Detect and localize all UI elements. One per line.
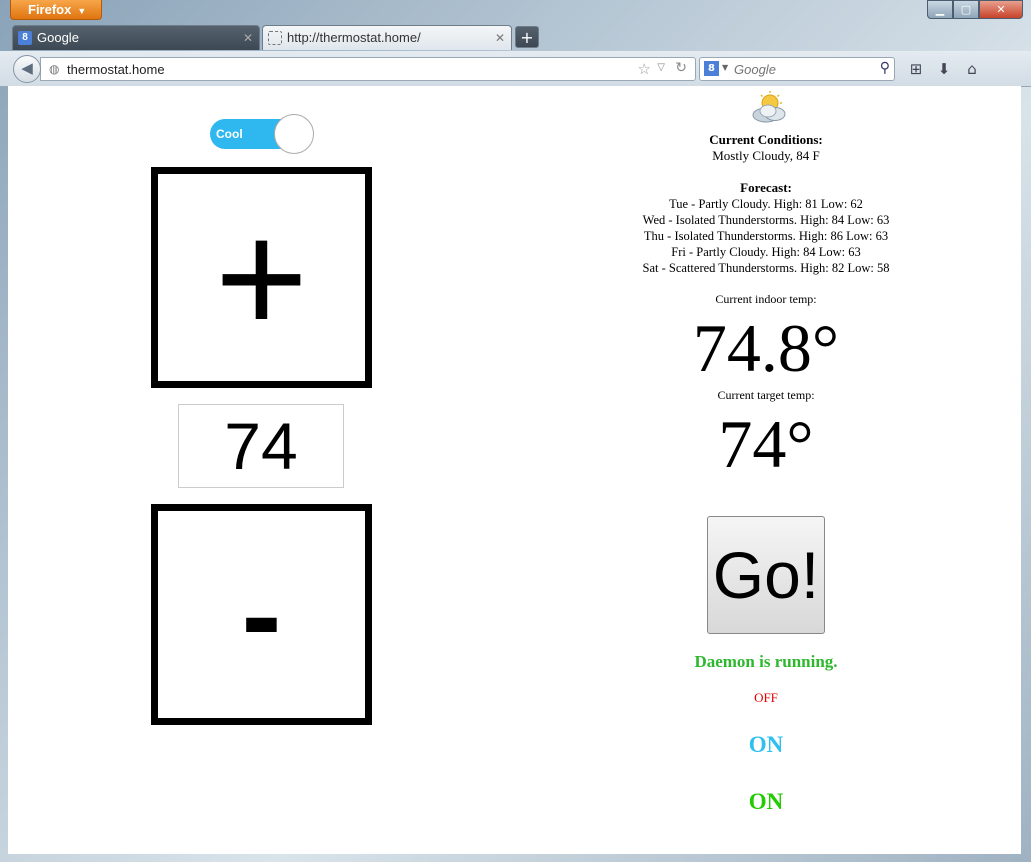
home-icon[interactable]: ⌂: [961, 59, 983, 79]
status-on-indicator-cool: ON: [748, 732, 784, 757]
toolbar-icons: ⊞ ⬇ ⌂: [905, 59, 983, 79]
forecast-item: Tue - Partly Cloudy. High: 81 Low: 62: [669, 197, 863, 211]
toggle-knob[interactable]: [274, 114, 314, 154]
daemon-status: Daemon is running.: [694, 652, 838, 671]
toggle-label: Cool: [216, 127, 243, 141]
close-tab-icon[interactable]: ✕: [495, 26, 505, 50]
target-temp-label: Current target temp:: [717, 388, 815, 402]
google-favicon-icon: 8: [18, 31, 32, 45]
navigation-toolbar: ◍ ☆ ▽ ↻ ◀ 8 ▼ ⚲ ⊞ ⬇ ⌂: [0, 51, 1031, 87]
indoor-temp-value: 74.8°: [692, 310, 840, 386]
blank-page-icon: [268, 31, 282, 45]
google-search-engine-icon[interactable]: 8: [704, 61, 719, 76]
bookmark-star-icon[interactable]: ☆: [638, 60, 651, 78]
page-viewport: Cool + - Current Conditions: Mostly Clou…: [8, 86, 1021, 854]
reload-icon[interactable]: ↻: [675, 60, 687, 76]
forecast-list: Tue - Partly Cloudy. High: 81 Low: 62 We…: [628, 196, 904, 276]
search-bar[interactable]: 8 ▼ ⚲: [699, 57, 895, 81]
back-button[interactable]: ◀: [13, 55, 41, 83]
forecast-item: Sat - Scattered Thunderstorms. High: 82 …: [642, 261, 890, 275]
tab-label: http://thermostat.home/: [287, 30, 421, 45]
forecast-item: Wed - Isolated Thunderstorms. High: 84 L…: [642, 213, 890, 227]
conditions-text: Mostly Cloudy, 84 F: [712, 148, 820, 163]
plus-icon: +: [214, 187, 309, 367]
forecast-heading: Forecast:: [740, 180, 792, 195]
forecast-item: Fri - Partly Cloudy. High: 84 Low: 63: [671, 245, 861, 259]
minus-icon: -: [241, 547, 282, 682]
new-tab-button[interactable]: +: [515, 26, 539, 48]
indoor-temp-label: Current indoor temp:: [715, 292, 817, 306]
chevron-down-icon[interactable]: ▽: [657, 62, 665, 73]
tab-google[interactable]: 8 Google ✕: [12, 25, 260, 50]
globe-icon: ◍: [49, 62, 60, 76]
close-tab-icon[interactable]: ✕: [243, 26, 253, 50]
bookmarks-icon[interactable]: ⊞: [905, 59, 927, 79]
chevron-down-icon[interactable]: ▼: [722, 63, 728, 72]
window-titlebar: Firefox ▼ ▁ ▢ ✕: [0, 0, 1031, 24]
minimize-icon[interactable]: ▁: [927, 0, 953, 19]
status-on-indicator-fan: ON: [748, 789, 784, 814]
mode-toggle[interactable]: Cool: [210, 114, 316, 154]
downloads-icon[interactable]: ⬇: [933, 59, 955, 79]
conditions-heading: Current Conditions:: [709, 132, 823, 147]
firefox-menu-button[interactable]: Firefox ▼: [10, 0, 102, 20]
search-input[interactable]: [734, 60, 872, 78]
url-input[interactable]: [67, 60, 627, 78]
tab-thermostat[interactable]: http://thermostat.home/ ✕: [262, 25, 512, 50]
search-icon[interactable]: ⚲: [880, 60, 890, 76]
mostly-cloudy-weather-icon: [752, 91, 786, 123]
maximize-icon[interactable]: ▢: [953, 0, 979, 19]
close-window-icon[interactable]: ✕: [979, 0, 1023, 19]
status-off-indicator: OFF: [754, 690, 778, 705]
decrease-temp-button[interactable]: -: [151, 504, 372, 725]
go-button[interactable]: Go!: [707, 516, 825, 634]
firefox-menu-label: Firefox: [28, 2, 72, 17]
tab-label: Google: [37, 30, 79, 45]
chevron-down-icon: ▼: [77, 6, 87, 16]
setpoint-input[interactable]: [178, 404, 344, 488]
forecast-item: Thu - Isolated Thunderstorms. High: 86 L…: [643, 229, 889, 243]
back-arrow-icon: ◀: [21, 59, 33, 77]
url-bar[interactable]: ◍ ☆ ▽ ↻: [40, 57, 696, 81]
target-temp-value: 74°: [718, 406, 814, 482]
increase-temp-button[interactable]: +: [151, 167, 372, 388]
window-controls: ▁ ▢ ✕: [927, 0, 1023, 20]
